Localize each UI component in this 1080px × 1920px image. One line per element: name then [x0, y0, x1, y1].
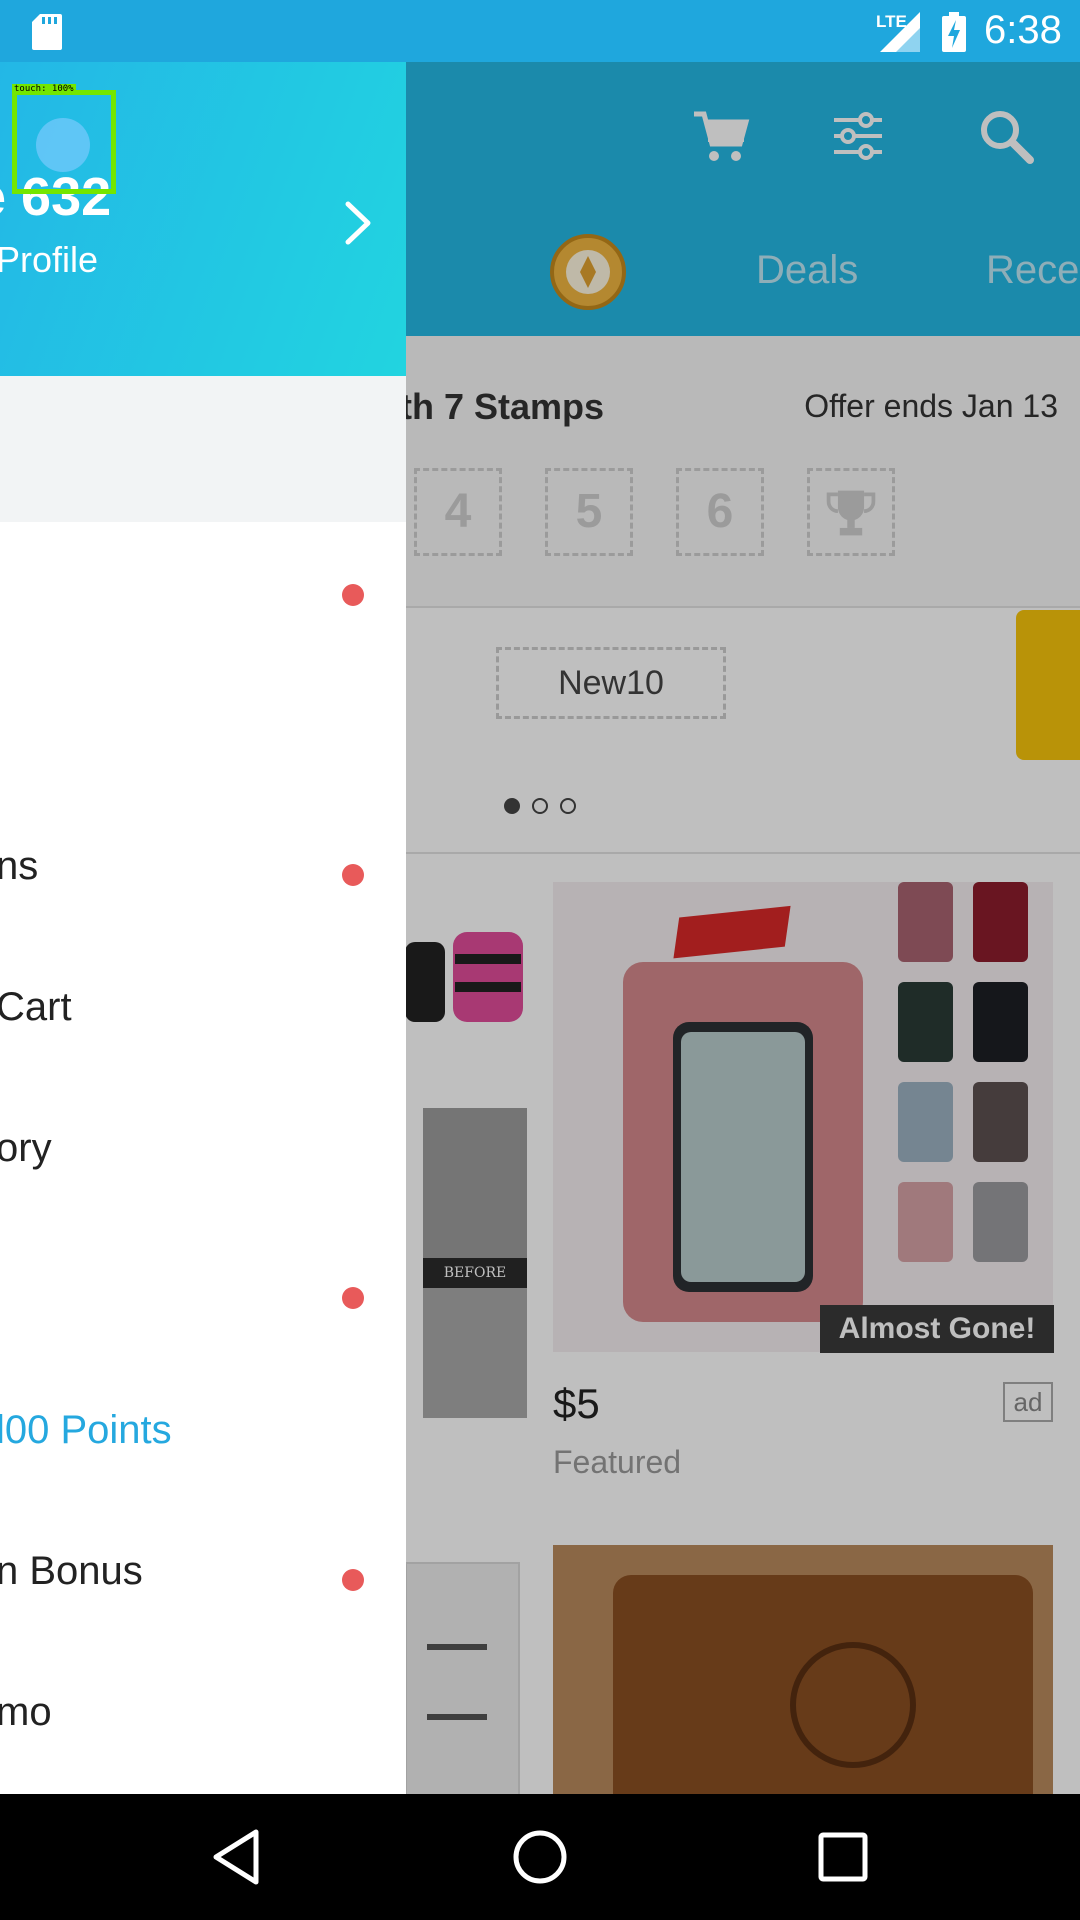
- battery-charging-icon: [942, 12, 966, 52]
- menu-item-label: n Bonus: [0, 1549, 143, 1593]
- menu-item-label: l00 Points: [0, 1408, 172, 1452]
- back-icon[interactable]: [204, 1824, 270, 1890]
- menu-item-bonus[interactable]: n Bonus: [0, 1523, 406, 1633]
- menu-item-label: mo: [0, 1690, 52, 1734]
- system-nav-bar: [0, 1794, 1080, 1920]
- menu-item-label: ns: [0, 844, 39, 888]
- notification-dot: [342, 864, 364, 886]
- status-bar: LTE 6:38: [0, 0, 1080, 62]
- menu-item-history[interactable]: ory: [0, 1100, 406, 1210]
- clock: 6:38: [984, 8, 1062, 52]
- drawer-header[interactable]: e 632 Profile touch: 100%: [0, 62, 406, 376]
- menu-item-2[interactable]: ns: [0, 818, 406, 928]
- navigation-drawer: e 632 Profile touch: 100% ns Cart ory l0…: [0, 62, 406, 1794]
- menu-item-promo[interactable]: mo: [0, 1664, 406, 1774]
- chevron-right-icon[interactable]: [344, 200, 372, 246]
- network-type: LTE: [876, 12, 907, 31]
- menu-item-5[interactable]: [0, 1241, 406, 1351]
- menu-item-label: ory: [0, 1126, 52, 1170]
- menu-item-points[interactable]: l00 Points: [0, 1382, 406, 1492]
- menu-item-1[interactable]: [0, 538, 406, 648]
- recents-icon[interactable]: [810, 1824, 876, 1890]
- sd-card-icon: [32, 14, 62, 50]
- menu-item-cart[interactable]: Cart: [0, 959, 406, 1069]
- touch-indicator-box: [12, 90, 116, 194]
- notification-dot: [342, 584, 364, 606]
- profile-link[interactable]: Profile: [0, 239, 98, 281]
- drawer-section-gray: [0, 376, 406, 522]
- notification-dot: [342, 1569, 364, 1591]
- notification-dot: [342, 1287, 364, 1309]
- home-icon[interactable]: [507, 1824, 573, 1890]
- touch-indicator-label: touch: 100%: [12, 84, 76, 94]
- menu-item-label: Cart: [0, 985, 72, 1029]
